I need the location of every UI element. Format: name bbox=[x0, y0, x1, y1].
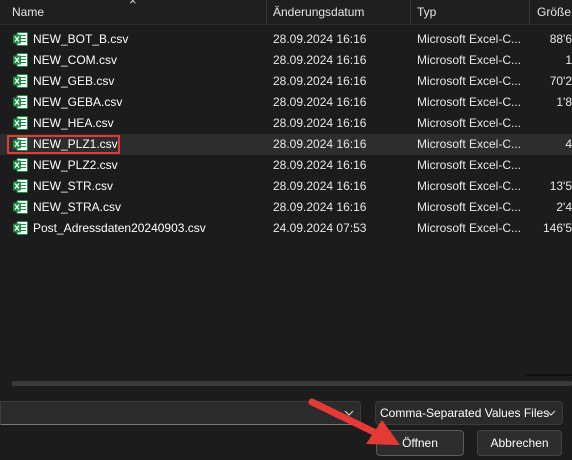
file-size: 70'2 bbox=[549, 74, 572, 88]
file-row[interactable]: NEW_PLZ2.csv 28.09.2024 16:16 Microsoft Ex… bbox=[0, 155, 572, 176]
file-date: 24.09.2024 07:53 bbox=[273, 221, 367, 235]
file-type: Microsoft Excel-C... bbox=[417, 200, 522, 214]
file-name: NEW_STR.csv bbox=[33, 179, 114, 193]
header-date[interactable]: Änderungsdatum bbox=[273, 0, 364, 24]
file-type-select[interactable]: Comma-Separated Values Files bbox=[375, 401, 563, 425]
file-date: 28.09.2024 16:16 bbox=[273, 74, 367, 88]
excel-file-icon bbox=[13, 74, 28, 88]
file-name: NEW_GEBA.csv bbox=[33, 95, 123, 109]
excel-file-icon bbox=[13, 116, 28, 130]
file-size: 2'4 bbox=[556, 200, 572, 214]
file-size: 146'5 bbox=[543, 221, 572, 235]
file-size: 1 bbox=[565, 53, 572, 67]
file-size: 4 bbox=[565, 137, 572, 151]
file-row[interactable]: NEW_COM.csv 28.09.2024 16:16 Microsoft Exc… bbox=[0, 50, 572, 71]
header-name[interactable]: Name bbox=[12, 0, 44, 24]
horizontal-scrollbar[interactable] bbox=[12, 381, 572, 386]
chevron-down-icon[interactable] bbox=[546, 408, 556, 418]
file-size: 88'6 bbox=[549, 32, 572, 46]
column-divider[interactable] bbox=[410, 0, 411, 24]
header-size[interactable]: Größe bbox=[537, 0, 571, 24]
file-type: Microsoft Excel-C... bbox=[417, 137, 522, 151]
file-size bbox=[525, 155, 572, 176]
file-type: Microsoft Excel-C... bbox=[417, 53, 522, 67]
scroll-track bbox=[525, 374, 572, 376]
file-row[interactable]: NEW_PLZ1.csv 28.09.2024 16:16 Microsoft Ex… bbox=[0, 134, 572, 155]
file-type: Microsoft Excel-C... bbox=[417, 32, 522, 46]
file-date: 28.09.2024 16:16 bbox=[273, 200, 367, 214]
file-size bbox=[525, 113, 572, 134]
file-name: NEW_HEA.csv bbox=[33, 116, 114, 130]
file-type: Microsoft Excel-C... bbox=[417, 179, 522, 193]
file-size: 1'8 bbox=[556, 95, 572, 109]
excel-file-icon bbox=[13, 95, 28, 109]
file-name: NEW_GEB.csv bbox=[33, 74, 115, 88]
excel-file-icon bbox=[13, 158, 28, 172]
highlight-box bbox=[7, 135, 120, 154]
file-date: 28.09.2024 16:16 bbox=[273, 116, 367, 130]
file-name: NEW_COM.csv bbox=[33, 53, 117, 67]
file-list: NEW_BOT_B.csv 28.09.2024 16:16 Microsoft E… bbox=[0, 29, 572, 239]
file-row[interactable]: NEW_STR.csv 28.09.2024 16:16 Microsoft Exc… bbox=[0, 176, 572, 197]
file-date: 28.09.2024 16:16 bbox=[273, 158, 367, 172]
close-icon[interactable]: × bbox=[129, 0, 137, 8]
column-divider[interactable] bbox=[266, 0, 267, 24]
file-name: Post_Adressdaten20240903.csv bbox=[33, 221, 206, 235]
excel-file-icon bbox=[13, 200, 28, 214]
file-name: NEW_BOT_B.csv bbox=[33, 32, 129, 46]
column-header: × Name Änderungsdatum Typ Größe bbox=[0, 0, 572, 25]
file-row[interactable]: NEW_BOT_B.csv 28.09.2024 16:16 Microsoft E… bbox=[0, 29, 572, 50]
file-row[interactable]: NEW_STRA.csv 28.09.2024 16:16 Microsoft Ex… bbox=[0, 197, 572, 218]
file-type: Microsoft Excel-C... bbox=[417, 116, 522, 130]
file-date: 28.09.2024 16:16 bbox=[273, 32, 367, 46]
header-type[interactable]: Typ bbox=[417, 0, 436, 24]
file-type: Microsoft Excel-C... bbox=[417, 158, 522, 172]
file-type: Microsoft Excel-C... bbox=[417, 74, 522, 88]
file-row[interactable]: Post_Adressdaten20240903.csv 24.09.2024 0… bbox=[0, 218, 572, 239]
file-size: 13'5 bbox=[549, 179, 572, 193]
file-date: 28.09.2024 16:16 bbox=[273, 95, 367, 109]
file-date: 28.09.2024 16:16 bbox=[273, 137, 367, 151]
file-type-value: Comma-Separated Values Files bbox=[380, 406, 550, 420]
file-row[interactable]: NEW_GEBA.csv 28.09.2024 16:16 Microsoft Ex… bbox=[0, 92, 572, 113]
file-name: NEW_STRA.csv bbox=[33, 200, 122, 214]
column-divider[interactable] bbox=[529, 0, 530, 24]
excel-file-icon bbox=[13, 221, 28, 235]
excel-file-icon bbox=[13, 32, 28, 46]
file-row[interactable]: NEW_HEA.csv 28.09.2024 16:16 Microsoft Exc… bbox=[0, 113, 572, 134]
file-date: 28.09.2024 16:16 bbox=[273, 179, 367, 193]
file-row[interactable]: NEW_GEB.csv 28.09.2024 16:16 Microsoft Exc… bbox=[0, 71, 572, 92]
file-name: NEW_PLZ2.csv bbox=[33, 158, 118, 172]
excel-file-icon bbox=[13, 179, 28, 193]
file-type: Microsoft Excel-C... bbox=[417, 95, 522, 109]
file-date: 28.09.2024 16:16 bbox=[273, 53, 367, 67]
open-button[interactable]: Öffnen bbox=[376, 430, 464, 456]
file-type: Microsoft Excel-C... bbox=[417, 221, 522, 235]
cancel-button[interactable]: Abbrechen bbox=[477, 430, 562, 456]
excel-file-icon bbox=[13, 53, 28, 67]
chevron-down-icon[interactable] bbox=[344, 408, 354, 418]
filename-input[interactable] bbox=[0, 401, 361, 425]
